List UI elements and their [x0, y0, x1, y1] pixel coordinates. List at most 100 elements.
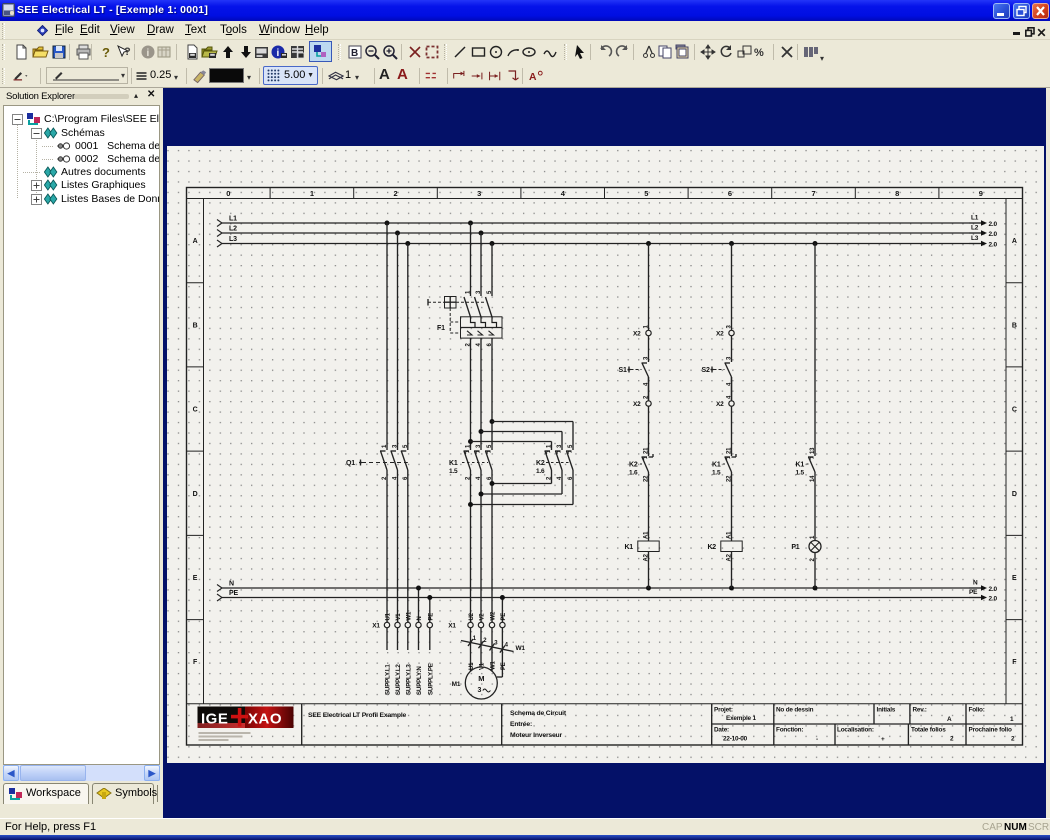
svg-text:W1: W1	[491, 661, 497, 670]
svg-text:1: 1	[310, 189, 314, 198]
svg-text:Localisation:: Localisation:	[837, 727, 874, 734]
svg-text:21: 21	[727, 447, 733, 454]
svg-text:A1: A1	[644, 531, 650, 539]
svg-text:B: B	[193, 322, 198, 329]
svg-text:X2: X2	[633, 331, 641, 338]
svg-text:X2: X2	[716, 331, 724, 338]
svg-text:B: B	[351, 48, 358, 59]
svg-text:i: i	[147, 48, 150, 59]
svg-text:L2: L2	[971, 225, 979, 232]
svg-text:Totale folios: Totale folios	[911, 727, 946, 734]
svg-text:1.6: 1.6	[629, 470, 638, 477]
svg-text:P1: P1	[791, 544, 799, 551]
svg-text:K2: K2	[629, 462, 638, 469]
svg-text:W1: W1	[516, 645, 526, 652]
svg-text:13: 13	[810, 447, 816, 454]
svg-text:N: N	[229, 581, 234, 588]
svg-text:K1: K1	[449, 460, 458, 467]
svg-text:PE: PE	[229, 590, 238, 597]
svg-text:21: 21	[644, 447, 650, 454]
svg-text:2.0: 2.0	[989, 586, 998, 593]
svg-text:-: -	[816, 736, 818, 743]
svg-text:0: 0	[226, 189, 230, 198]
svg-text:5: 5	[644, 189, 648, 198]
svg-text:M1: M1	[452, 681, 461, 688]
svg-text:1.6: 1.6	[536, 468, 545, 475]
svg-text:A: A	[529, 72, 537, 83]
svg-text:A1: A1	[727, 531, 733, 539]
svg-text:Rev.:: Rev.:	[913, 707, 927, 714]
svg-text:SUPPLY.L1: SUPPLY.L1	[385, 664, 392, 695]
svg-text:W2: W2	[491, 611, 497, 620]
svg-text:+: +	[881, 736, 885, 743]
svg-text:M: M	[478, 674, 484, 683]
svg-text:%: %	[754, 47, 764, 59]
svg-text:Exemple 1: Exemple 1	[726, 715, 756, 722]
svg-text:i: i	[277, 48, 280, 59]
svg-text:D: D	[1012, 491, 1017, 498]
svg-text:E: E	[1012, 575, 1017, 582]
svg-text:A: A	[1012, 238, 1017, 245]
svg-text:K1: K1	[796, 462, 805, 469]
svg-text:X2: X2	[716, 401, 724, 408]
svg-text:2: 2	[394, 189, 398, 198]
svg-text:K1: K1	[624, 544, 633, 551]
svg-text:PE: PE	[969, 589, 978, 596]
svg-text:E: E	[193, 575, 198, 582]
svg-text:SUPPLY.PE: SUPPLY.PE	[427, 663, 434, 695]
svg-text:22-10-00: 22-10-00	[723, 736, 748, 743]
svg-text:L3: L3	[229, 236, 237, 243]
svg-text:XAO: XAO	[248, 711, 282, 728]
svg-text:K1: K1	[712, 462, 721, 469]
svg-text:IGE: IGE	[201, 711, 228, 728]
svg-text:A: A	[947, 716, 952, 723]
svg-text:U2: U2	[469, 612, 475, 620]
svg-text:C: C	[193, 407, 198, 414]
svg-text:Q1: Q1	[346, 460, 355, 467]
svg-text:S1: S1	[619, 367, 627, 374]
svg-text:?: ?	[102, 45, 110, 60]
svg-text:U1: U1	[386, 612, 392, 620]
svg-text:B: B	[1012, 322, 1017, 329]
svg-text:Schema de Circuit: Schema de Circuit	[510, 710, 567, 717]
svg-text:SEE Electrical LT Profil Examp: SEE Electrical LT Profil Example	[308, 712, 407, 719]
svg-text:2.0: 2.0	[989, 231, 998, 238]
svg-text:8: 8	[895, 189, 899, 198]
svg-text:SUPPLY.L2: SUPPLY.L2	[395, 664, 402, 695]
svg-text:V1: V1	[396, 613, 402, 621]
svg-text:3: 3	[477, 687, 481, 694]
svg-text:No de dessin: No de dessin	[776, 707, 814, 714]
svg-text:PE: PE	[428, 613, 434, 621]
svg-text:L1: L1	[229, 216, 237, 223]
svg-text:V1: V1	[480, 662, 486, 670]
svg-text:Prochaine folio: Prochaine folio	[969, 727, 1012, 734]
svg-text:1.5: 1.5	[449, 468, 458, 475]
svg-text:2.0: 2.0	[989, 221, 998, 228]
svg-text:Entrée:: Entrée:	[510, 721, 532, 728]
svg-text:Moteur Inverseur: Moteur Inverseur	[510, 732, 563, 739]
svg-text:2.0: 2.0	[989, 595, 998, 602]
svg-text:2.0: 2.0	[989, 241, 998, 248]
svg-text:L3: L3	[971, 235, 979, 242]
svg-text:Fonction:: Fonction:	[776, 727, 803, 734]
svg-text:X1: X1	[448, 623, 456, 630]
svg-text:D: D	[193, 491, 198, 498]
svg-text:1.5: 1.5	[712, 470, 721, 477]
svg-text:F1: F1	[437, 325, 445, 332]
svg-text:L1: L1	[971, 215, 979, 222]
svg-text:PE: PE	[501, 662, 507, 670]
svg-text:C: C	[1012, 407, 1017, 414]
svg-text:7: 7	[812, 189, 816, 198]
svg-text:Folio:: Folio:	[969, 707, 985, 714]
svg-text:SUPPLY.L3: SUPPLY.L3	[405, 664, 412, 695]
svg-text:K2: K2	[707, 544, 716, 551]
svg-text:L2: L2	[229, 226, 237, 233]
svg-text:3: 3	[477, 189, 481, 198]
svg-text:9: 9	[979, 189, 983, 198]
svg-text:K2: K2	[536, 460, 545, 467]
svg-text:Date:: Date:	[714, 727, 729, 734]
svg-text:S2: S2	[702, 367, 710, 374]
svg-text:?: ?	[124, 46, 131, 58]
svg-text:SUPPLY:N: SUPPLY:N	[416, 666, 423, 695]
svg-text:A: A	[193, 238, 198, 245]
